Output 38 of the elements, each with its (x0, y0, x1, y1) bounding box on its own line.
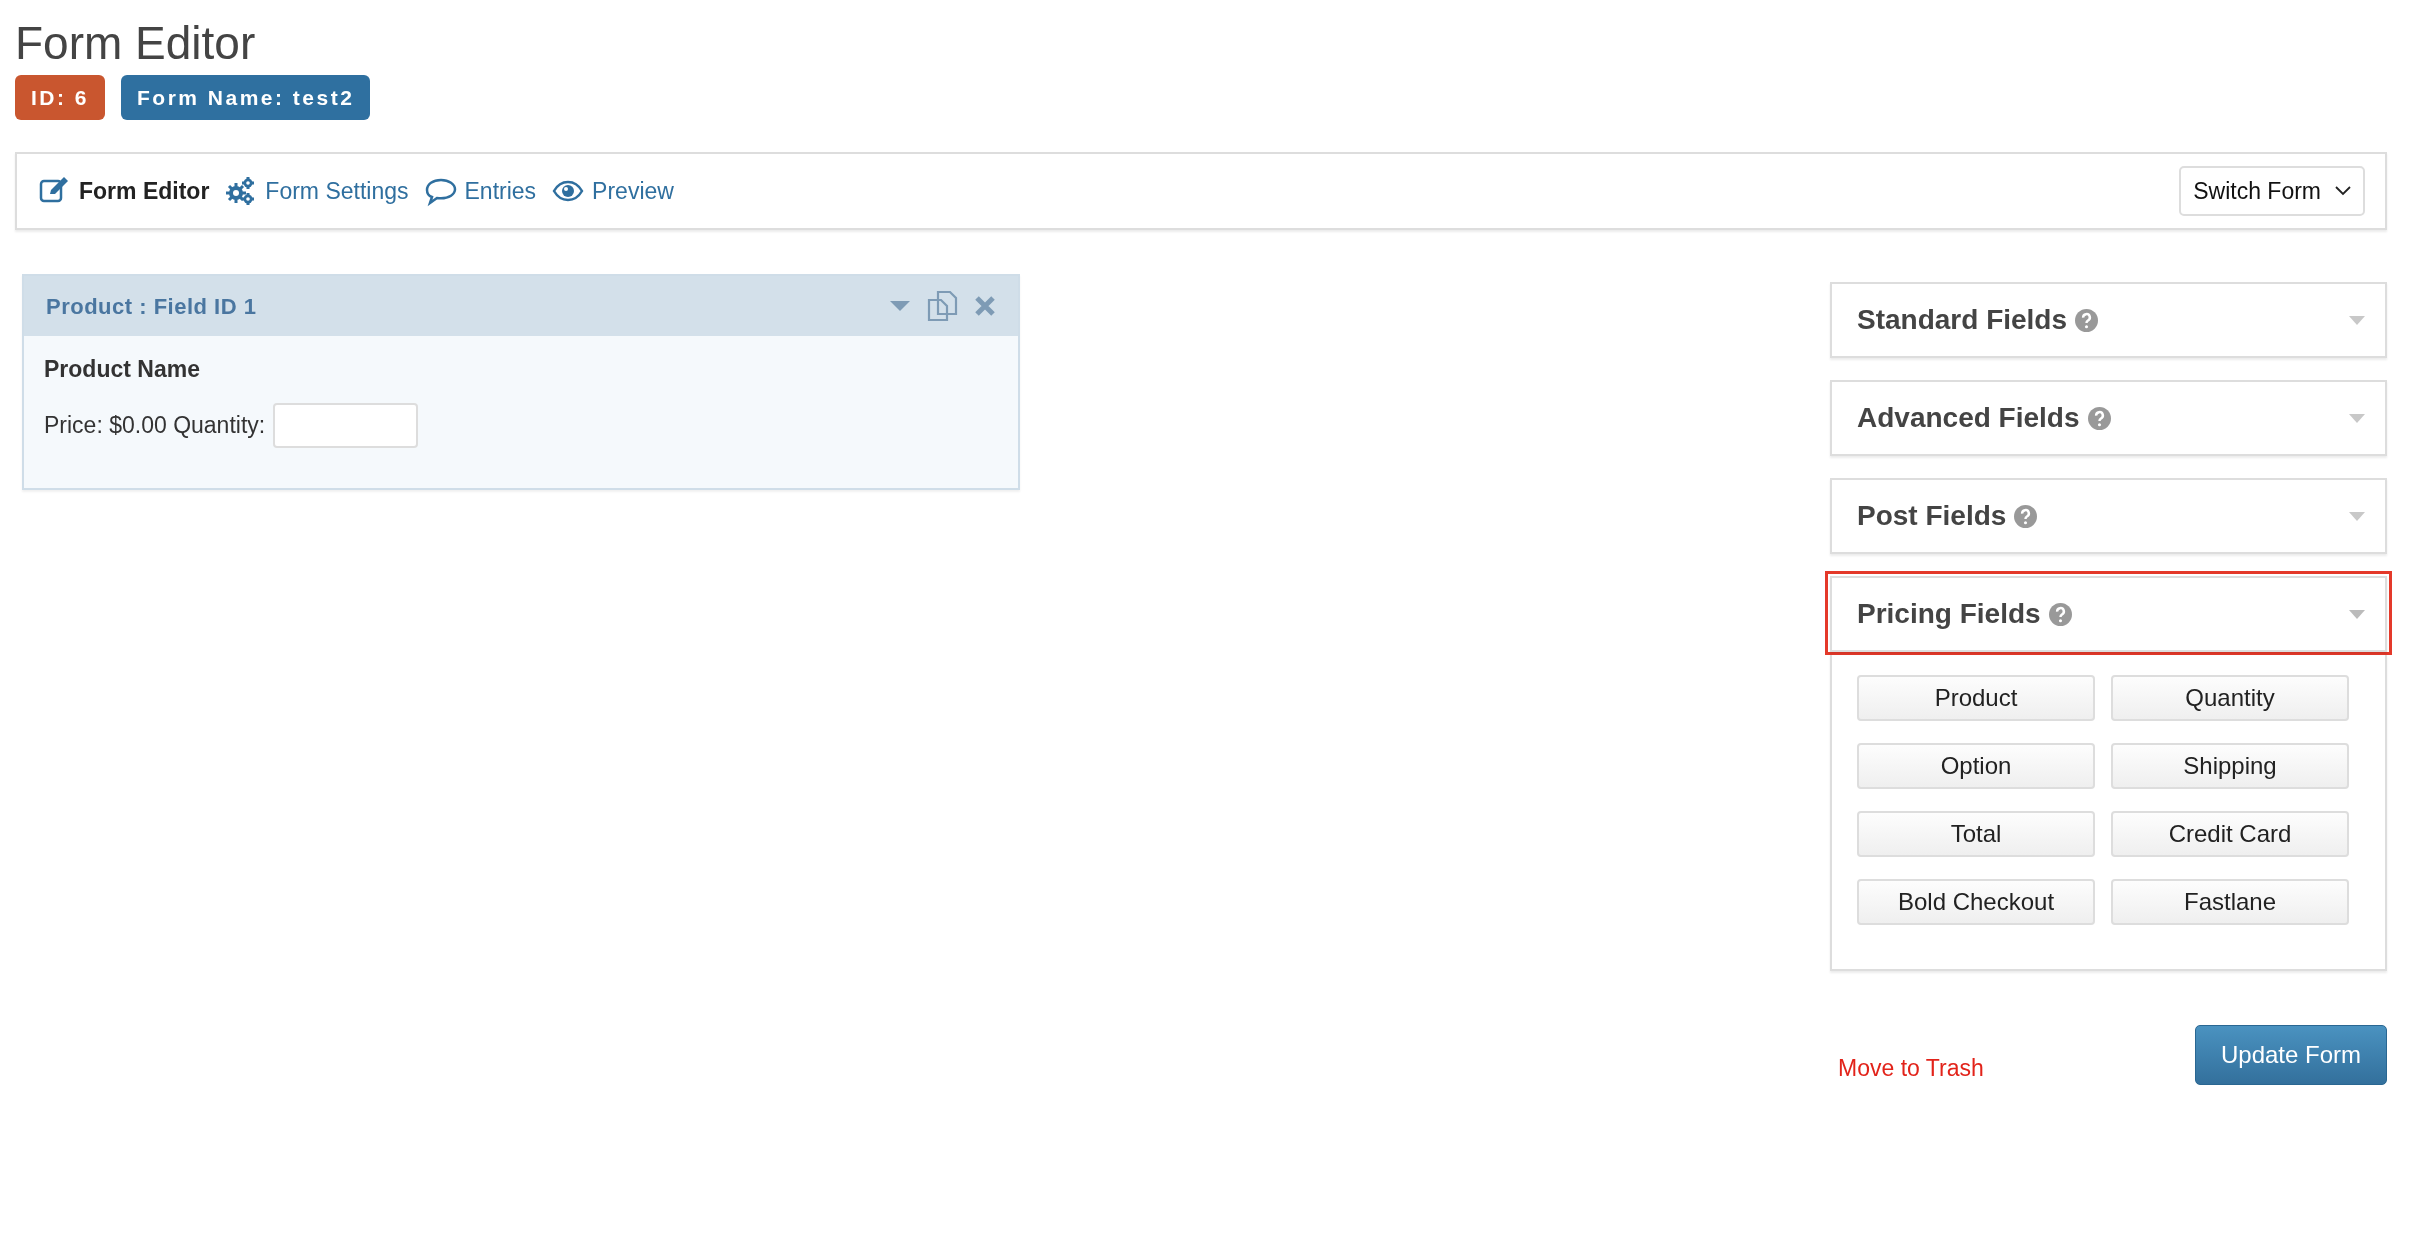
caret-down-icon (2349, 511, 2365, 521)
caret-down-icon (2349, 413, 2365, 423)
help-icon (2087, 406, 2111, 430)
toolbar-tab[interactable]: Preview (552, 173, 674, 209)
info-badge: Form Name: test2 (121, 74, 371, 121)
update-form-button[interactable]: Update Form (2195, 1025, 2387, 1086)
toolbar-tab[interactable]: Form Editor (39, 173, 210, 209)
switch-form-dropdown[interactable]: Switch Form (2179, 165, 2365, 217)
quantity-input[interactable] (273, 402, 419, 448)
add-field-button[interactable]: Option (1857, 743, 2095, 790)
move-to-trash-link[interactable]: Move to Trash (1838, 1051, 1984, 1086)
toolbar-tab[interactable]: Entries (424, 173, 537, 209)
add-field-button[interactable]: Shipping (2111, 743, 2349, 790)
chevron-down-icon (2335, 186, 2351, 197)
caret-down-icon (2349, 315, 2365, 325)
field-group-header[interactable]: Advanced Fields (1830, 380, 2387, 457)
add-field-button[interactable]: Quantity (2111, 675, 2349, 722)
add-field-button[interactable]: Bold Checkout (1857, 879, 2095, 926)
field-title: Product : Field ID 1 (46, 292, 257, 321)
field-label: Product Name (44, 355, 201, 385)
help-icon (2048, 602, 2072, 626)
page-title: Form Editor (15, 18, 257, 69)
field-group-header[interactable]: Post Fields (1830, 478, 2387, 555)
duplicate-icon (926, 290, 958, 323)
caret-down-icon (2349, 609, 2365, 619)
add-field-button[interactable]: Total (1857, 811, 2095, 858)
price-text: Price: $0.00 Quantity: (44, 410, 266, 440)
info-badge: ID: 6 (15, 74, 105, 121)
help-icon (2014, 504, 2038, 528)
caret-down-icon (890, 300, 910, 313)
close-icon (974, 295, 996, 318)
add-field-button[interactable]: Fastlane (2111, 879, 2349, 926)
toolbar-tab[interactable]: Form Settings (225, 173, 409, 209)
add-field-button[interactable]: Product (1857, 675, 2095, 722)
field-group-header[interactable]: Pricing Fields (1830, 576, 2387, 653)
field-group-header[interactable]: Standard Fields (1830, 282, 2387, 359)
add-field-button[interactable]: Credit Card (2111, 811, 2349, 858)
help-icon (2075, 308, 2099, 332)
